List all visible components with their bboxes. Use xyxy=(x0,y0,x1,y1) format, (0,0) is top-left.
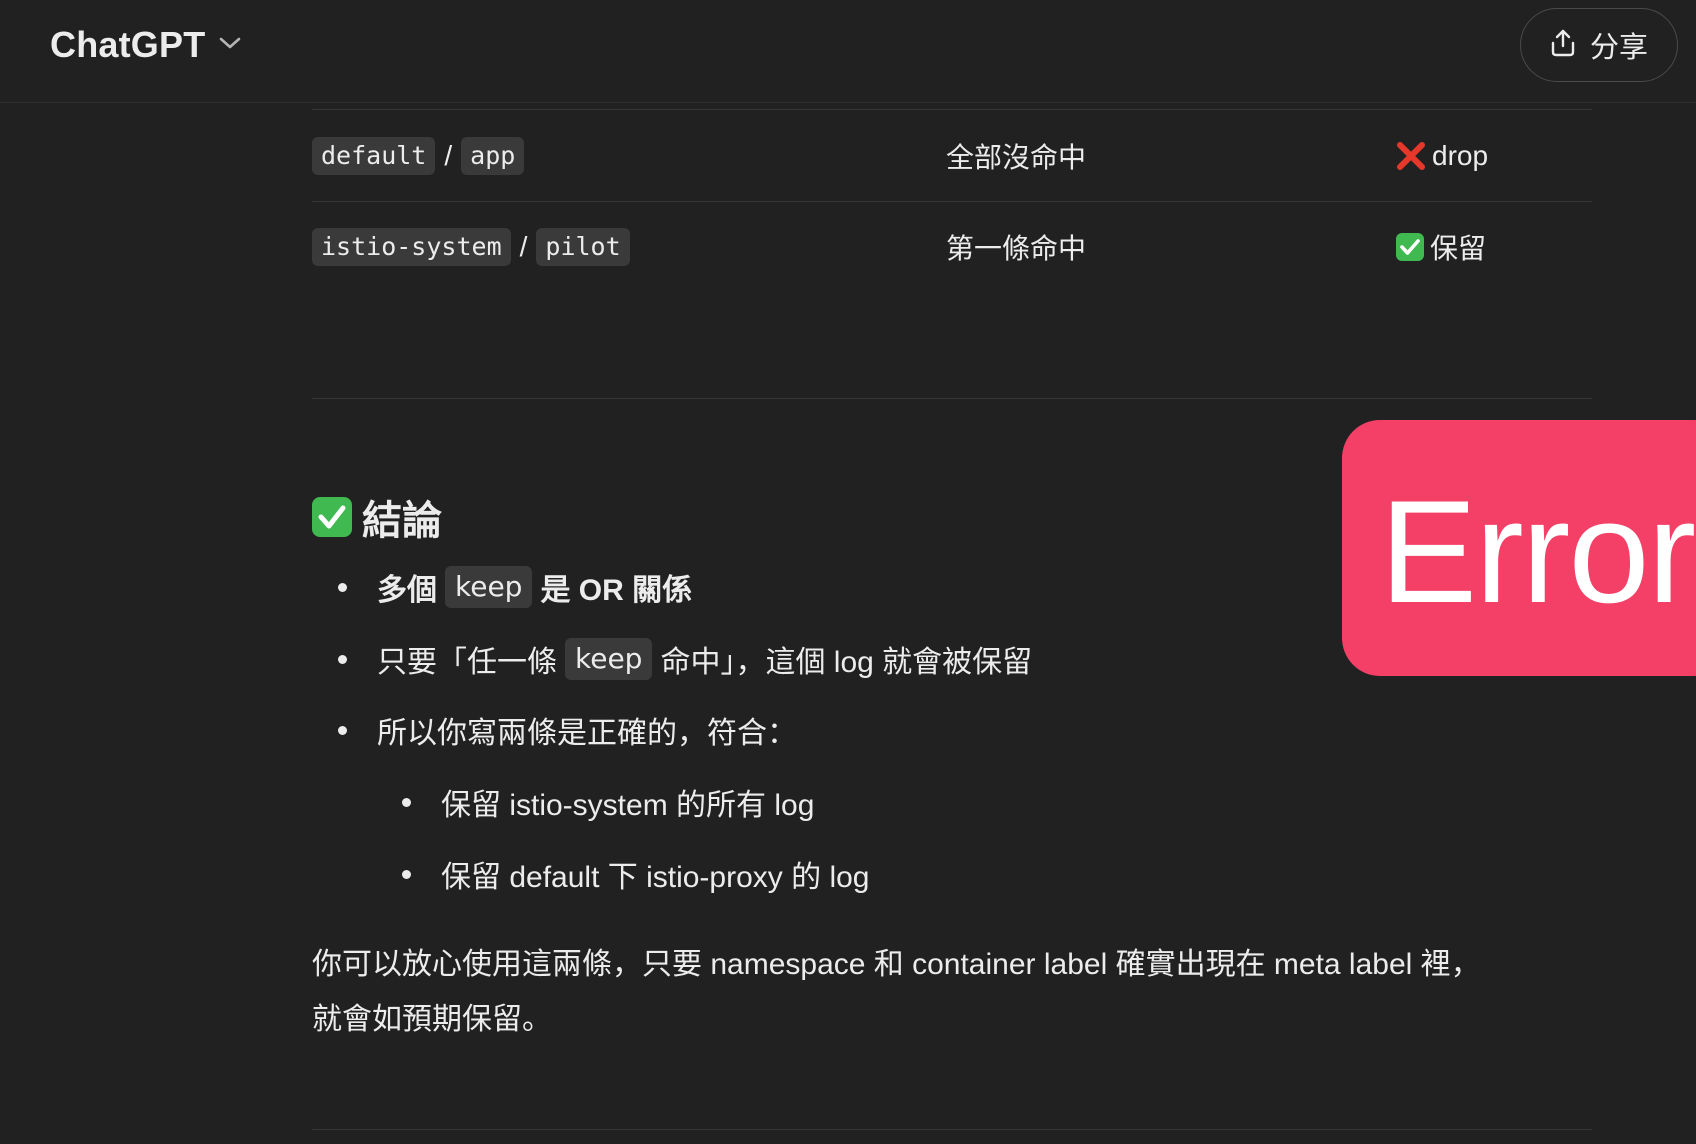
red-x-icon xyxy=(1396,141,1426,171)
error-badge: Error xyxy=(1342,420,1696,676)
result-label: 保留 xyxy=(1430,233,1487,264)
bullet-text: 所以你寫兩條是正確的，符合： xyxy=(377,717,797,750)
code-container: pilot xyxy=(536,228,630,266)
separator: / xyxy=(519,231,528,262)
section-divider xyxy=(312,1129,1592,1130)
code-namespace: default xyxy=(312,137,436,175)
code-namespace: istio-system xyxy=(312,228,511,266)
table-cell-result: drop xyxy=(1396,140,1488,172)
sub-list-item: 保留 istio-system 的所有 log xyxy=(402,780,814,824)
bullet-dot xyxy=(338,725,347,735)
sub-list-item: 保留 default 下 istio-proxy 的 log xyxy=(402,852,869,896)
error-label: Error xyxy=(1379,470,1696,633)
separator: / xyxy=(444,140,453,171)
table-row: istio-system / pilot 第一條命中 保留 xyxy=(312,202,1592,292)
bullet-text: 保留 istio-system 的所有 log xyxy=(441,789,815,822)
table-cell-match: 第一條命中 xyxy=(946,233,1087,264)
bullet-dot xyxy=(402,869,411,879)
table-row: default / app 全部沒命中 drop xyxy=(312,111,1592,201)
paragraph-line: 就會如預期保留。 xyxy=(312,1003,552,1036)
bullet-text: 只要「任一條 xyxy=(377,646,557,679)
table-cell-result: 保留 xyxy=(1396,227,1486,267)
bullet-dot xyxy=(338,582,347,592)
bullet-dot xyxy=(402,797,411,807)
bullet-text: 多個 xyxy=(377,574,437,607)
list-item: 只要「任一條 keep 命中」，這個 log 就會被保留 xyxy=(338,637,1032,681)
green-check-icon xyxy=(1396,233,1424,261)
code-container: app xyxy=(461,137,525,175)
top-bar: ChatGPT 分享 xyxy=(0,0,1696,103)
inline-code: keep xyxy=(445,566,533,608)
green-check-icon xyxy=(312,497,352,537)
model-selector[interactable]: ChatGPT xyxy=(50,24,241,66)
share-button[interactable]: 分享 xyxy=(1520,8,1678,82)
table-top-border xyxy=(312,109,1592,110)
table-cell-source: istio-system / pilot xyxy=(312,228,946,266)
inline-code: keep xyxy=(565,638,653,680)
app-title: ChatGPT xyxy=(50,24,206,65)
bullet-text: 是 OR 關係 xyxy=(540,574,693,607)
bullet-text: 命中」，這個 log 就會被保留 xyxy=(660,646,1033,679)
bullet-dot xyxy=(338,654,347,664)
share-label: 分享 xyxy=(1589,32,1648,64)
summary-paragraph: 你可以放心使用這兩條，只要 namespace 和 container labe… xyxy=(312,937,1592,1047)
list-item: 多個 keep 是 OR 關係 xyxy=(338,565,692,609)
conclusion-heading: 結論 xyxy=(312,488,442,546)
chevron-down-icon xyxy=(219,36,241,55)
section-divider xyxy=(312,398,1592,399)
result-label: drop xyxy=(1432,140,1489,171)
heading-text: 結論 xyxy=(362,499,442,543)
bullet-text: 保留 default 下 istio-proxy 的 log xyxy=(441,861,870,894)
table-cell-match: 全部沒命中 xyxy=(946,142,1087,173)
share-icon xyxy=(1550,29,1576,62)
list-item: 所以你寫兩條是正確的，符合： xyxy=(338,708,797,752)
table-cell-source: default / app xyxy=(312,137,946,175)
paragraph-line: 你可以放心使用這兩條，只要 namespace 和 container labe… xyxy=(312,948,1481,981)
